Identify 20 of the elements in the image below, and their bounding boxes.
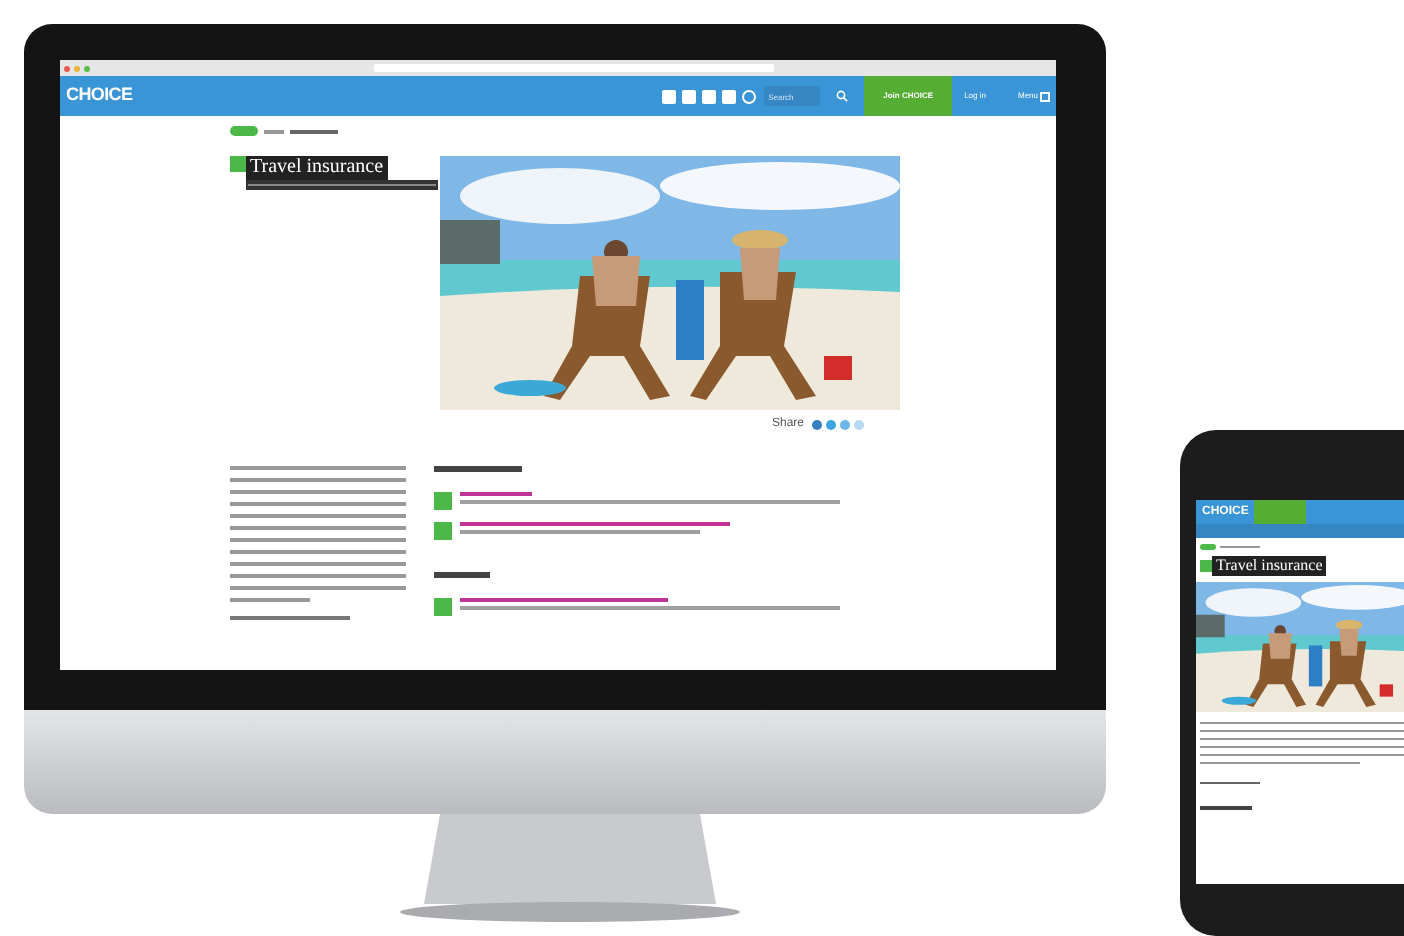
page-title: Travel insurance [246,156,388,180]
breadcrumb-home [230,126,258,136]
maximize-icon[interactable] [84,65,90,71]
search-icon[interactable] [836,90,849,102]
close-icon[interactable] [64,65,70,71]
section-heading-line [434,572,490,578]
travel-icon [230,156,246,172]
section-heading-line [1200,806,1252,810]
breadcrumb-home [1200,544,1216,550]
page-title: Travel insurance [1212,556,1327,576]
logo[interactable]: CHOICE [66,82,133,110]
blurred-text-line [230,616,350,620]
minimize-icon[interactable] [74,65,80,71]
blurred-text-line [230,598,310,602]
menu-icon[interactable] [1040,91,1050,101]
blurred-text-line [1200,782,1260,784]
email-icon[interactable] [742,89,757,103]
link-title-line [460,492,532,496]
travel-icon [1200,560,1212,572]
section-heading-line [434,466,522,472]
